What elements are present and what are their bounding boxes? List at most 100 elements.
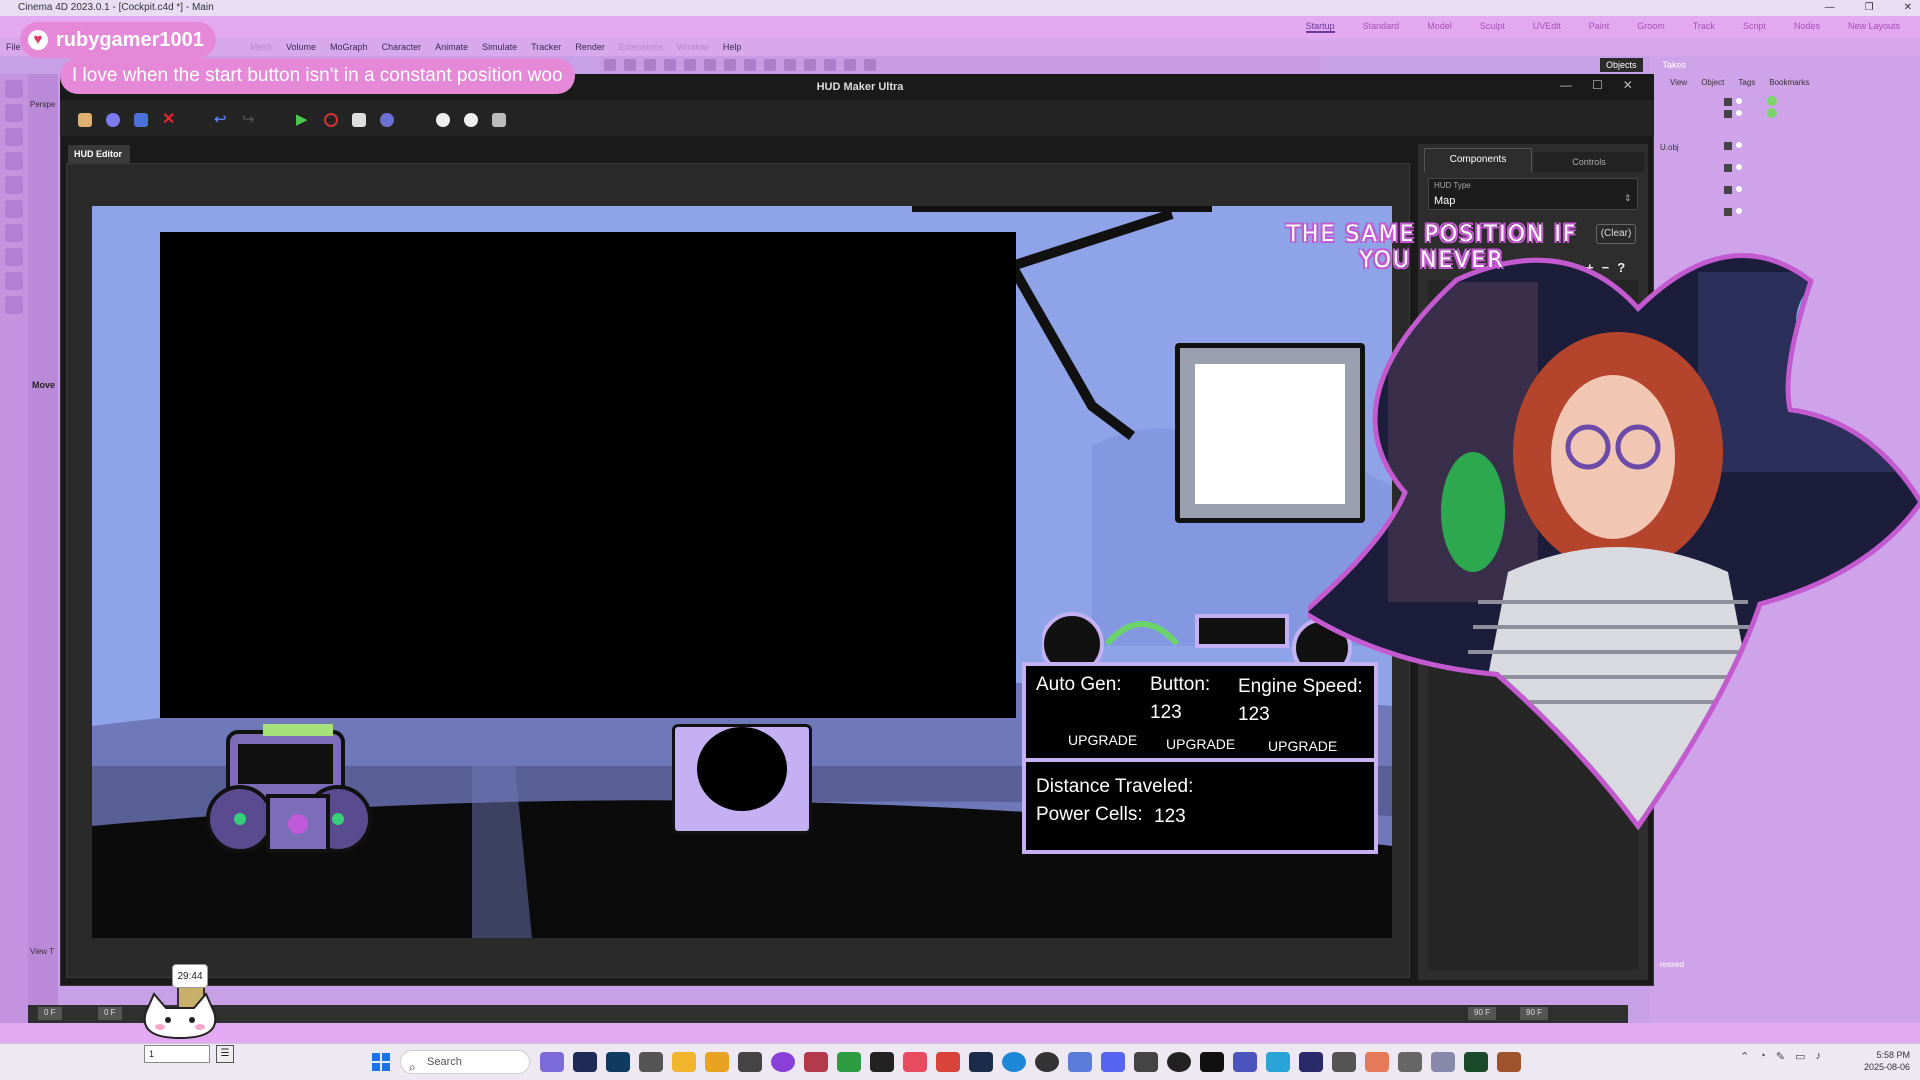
pen-icon[interactable]: ✎ [1776,1050,1785,1063]
taskbar-search-input[interactable]: ⌕ Search [400,1050,530,1074]
layout-new[interactable]: New Layouts [1848,21,1900,33]
network-icon[interactable]: ◔ [1759,1050,1766,1063]
move-icon[interactable] [5,128,23,146]
check-icon[interactable] [1724,142,1732,150]
app-icon-vs[interactable] [1299,1052,1323,1072]
minus-circle-icon[interactable] [464,113,478,127]
menu-window[interactable]: Window [677,42,709,52]
tab-takes[interactable]: Takes [1657,58,1693,72]
app-icon-obs[interactable] [1035,1052,1059,1072]
menu-help[interactable]: Help [723,42,742,52]
tool-icon[interactable] [804,59,816,71]
app-icon-folder[interactable] [705,1052,729,1072]
app-icon-app[interactable] [1497,1052,1521,1072]
layout-nodes[interactable]: Nodes [1794,21,1820,33]
app-icon-live[interactable] [738,1052,762,1072]
menu-view[interactable]: View [1670,78,1687,87]
tool-icon[interactable] [844,59,856,71]
maximize-icon[interactable]: ☐ [1592,78,1603,92]
app-icon-figma[interactable] [903,1052,927,1072]
tool-icon[interactable] [664,59,676,71]
timeline-current[interactable]: 0 F [98,1007,122,1020]
app-icon-acrobat[interactable] [936,1052,960,1072]
app-icon-app[interactable] [1332,1052,1356,1072]
restore-icon[interactable]: ❐ [1865,0,1874,16]
check-icon[interactable] [1724,110,1732,118]
object-row[interactable] [1712,206,1912,218]
app-icon-discord[interactable] [1101,1052,1125,1072]
close-icon[interactable]: ✕ [1904,0,1912,16]
layout-startup[interactable]: Startup [1305,21,1335,33]
minimize-icon[interactable]: — [1825,0,1835,16]
tab-controls[interactable]: Controls [1534,152,1644,172]
tab-objects[interactable]: Objects [1600,58,1643,72]
menu-object[interactable]: Object [1701,78,1724,87]
tool-icon[interactable] [864,59,876,71]
globe-icon[interactable] [380,113,394,127]
app-icon-app[interactable] [1068,1052,1092,1072]
check-icon[interactable] [1724,164,1732,172]
tool-icon[interactable] [604,59,616,71]
close-icon[interactable]: ✕ [1623,78,1633,92]
open-icon[interactable] [78,113,92,127]
layout-track[interactable]: Track [1693,21,1715,33]
volume-icon[interactable]: ♪ [1816,1050,1822,1063]
settings-icon[interactable] [436,113,450,127]
app-icon-photoshop[interactable] [606,1052,630,1072]
layout-sculpt[interactable]: Sculpt [1480,21,1505,33]
menu-mesh[interactable]: Mesh [250,42,272,52]
app-icon-app[interactable] [1398,1052,1422,1072]
tool-icon[interactable] [724,59,736,71]
visibility-dot[interactable] [1736,110,1742,116]
timeline-end[interactable]: 90 F [1468,1007,1497,1020]
visibility-dot[interactable] [1736,98,1742,104]
app-icon-circle[interactable] [771,1052,795,1072]
menu-bookmarks[interactable]: Bookmarks [1769,78,1809,87]
check-icon[interactable] [1724,208,1732,216]
check-icon[interactable] [1724,186,1732,194]
tool-icon[interactable] [744,59,756,71]
frame-input[interactable]: 1 [144,1045,210,1063]
display-icon[interactable]: ▭ [1795,1050,1805,1063]
spline-icon[interactable] [5,272,23,290]
undo-icon[interactable]: ↩ [214,112,228,127]
menu-file[interactable]: File [6,42,21,52]
timeline-max[interactable]: 90 F [1520,1007,1549,1020]
hud-type-value[interactable]: Map [1434,195,1455,207]
app-icon-gimp[interactable] [639,1052,663,1072]
upgrade-button-button[interactable]: UPGRADE [1166,736,1235,752]
object-row[interactable] [1712,184,1912,196]
brush-icon[interactable] [5,200,23,218]
object-row[interactable] [1712,108,1912,120]
clear-button[interactable]: (Clear) [1596,224,1636,244]
layout-paint[interactable]: Paint [1589,21,1610,33]
visibility-dot[interactable] [1736,186,1742,192]
app-icon-unity[interactable] [1134,1052,1158,1072]
layout-script[interactable]: Script [1743,21,1766,33]
visibility-dot[interactable] [1736,164,1742,170]
redo-icon[interactable]: ↪ [242,112,256,127]
scale-icon[interactable] [5,176,23,194]
chevron-up-icon[interactable]: ⌃ [1740,1050,1749,1063]
select-icon[interactable] [5,104,23,122]
play-icon[interactable]: ▶ [296,112,310,127]
search-icon[interactable] [5,80,23,98]
tool-icon[interactable] [704,59,716,71]
minimize-icon[interactable]: — [1560,78,1572,92]
app-icon-notepad[interactable] [540,1052,564,1072]
menu-character[interactable]: Character [382,42,422,52]
menu-simulate[interactable]: Simulate [482,42,517,52]
menu-render[interactable]: Render [575,42,605,52]
grid-icon[interactable] [492,113,506,127]
taskbar-clock[interactable]: 5:58 PM 2025-08-06 [1850,1049,1910,1073]
tab-hud-editor[interactable]: HUD Editor [68,145,130,163]
app-icon-app[interactable] [1431,1052,1455,1072]
layout-model[interactable]: Model [1427,21,1452,33]
hamburger-menu-icon[interactable]: ☰ [216,1045,234,1063]
tool-icon[interactable] [644,59,656,71]
menu-tracker[interactable]: Tracker [531,42,561,52]
tool-icon[interactable] [784,59,796,71]
app-icon-explorer[interactable] [672,1052,696,1072]
app-icon-app[interactable] [1167,1052,1191,1072]
app-icon-terminal[interactable] [1200,1052,1224,1072]
